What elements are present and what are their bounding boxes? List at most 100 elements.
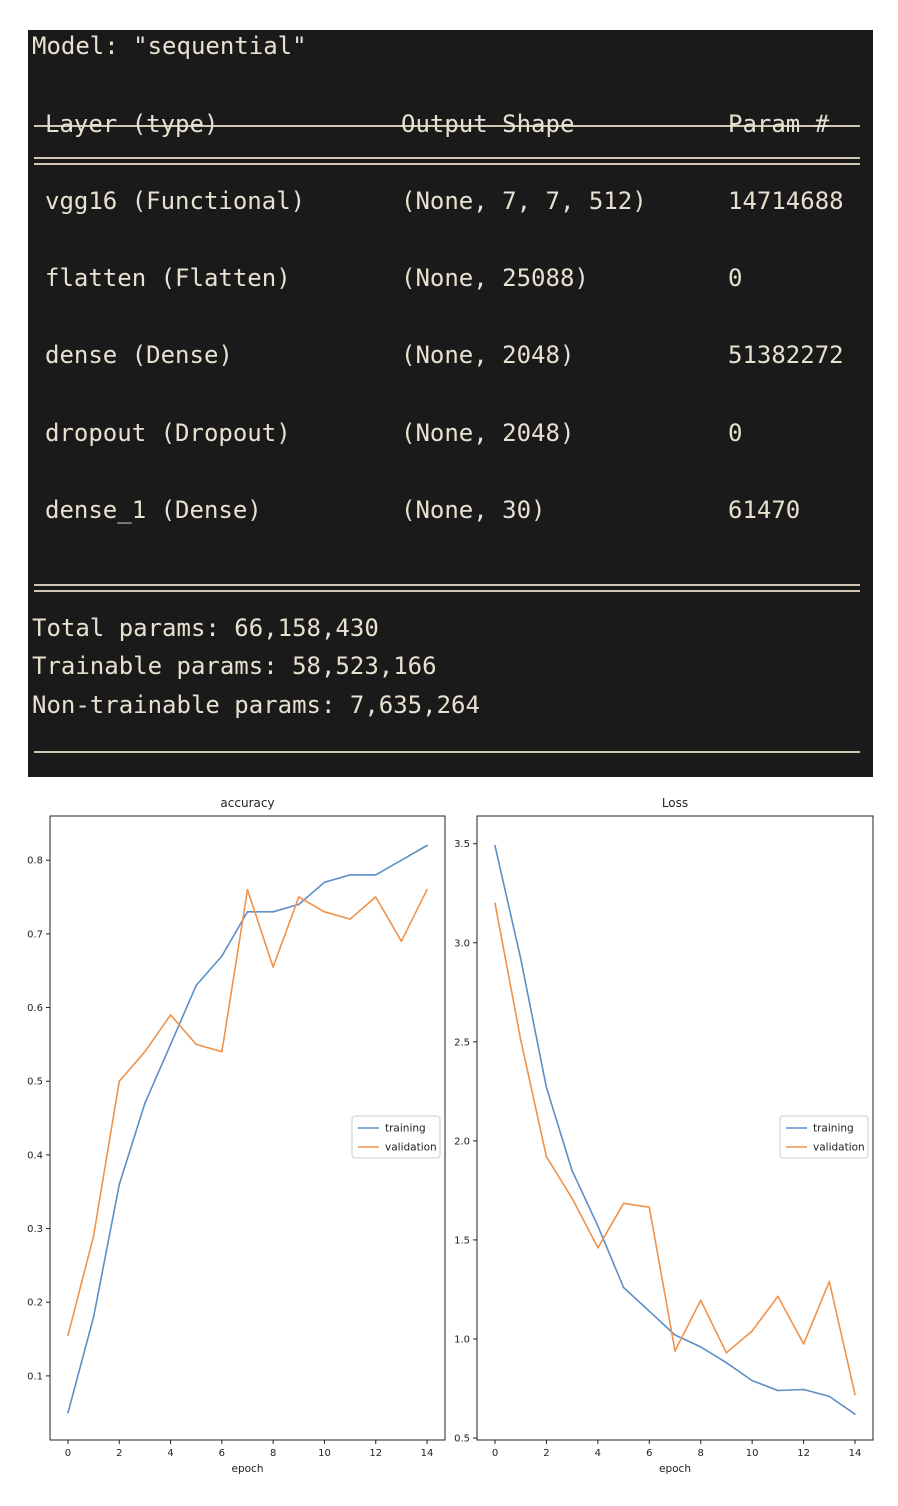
y-tick-label: 2.5 <box>454 1037 470 1048</box>
data-point-validation <box>323 910 326 913</box>
layer-output-shape: (None, 25088) <box>401 264 589 292</box>
x-tick-label: 4 <box>595 1448 601 1459</box>
x-tick-label: 8 <box>270 1448 276 1459</box>
x-tick-label: 6 <box>646 1448 652 1459</box>
x-tick-label: 12 <box>797 1448 810 1459</box>
y-tick-label: 0.3 <box>27 1224 43 1235</box>
y-tick-label: 0.2 <box>27 1298 43 1309</box>
x-tick-label: 0 <box>65 1448 71 1459</box>
x-tick-label: 4 <box>167 1448 173 1459</box>
data-point-training <box>597 1225 599 1227</box>
data-point-validation <box>699 1299 702 1302</box>
legend-label: validation <box>813 1142 865 1154</box>
legend: training validation <box>351 1115 441 1159</box>
data-point-training <box>571 1169 573 1172</box>
data-point-training <box>297 903 300 906</box>
x-tick-label: 14 <box>849 1448 862 1459</box>
layer-param-count: 0 <box>728 419 743 447</box>
data-point-validation <box>674 1350 676 1352</box>
x-tick-label: 8 <box>698 1448 704 1459</box>
footer-double-rule <box>34 584 860 592</box>
model-name-line: Model: "sequential" <box>32 32 307 60</box>
y-tick-label: 3.5 <box>454 839 470 850</box>
x-tick-label: 2 <box>543 1448 549 1459</box>
series-line-validation <box>67 888 428 1336</box>
data-point-training <box>854 1413 856 1416</box>
data-point-training <box>272 910 274 913</box>
data-point-validation <box>195 1043 198 1046</box>
chart-title: accuracy <box>220 796 274 810</box>
data-point-validation <box>426 888 428 891</box>
layer-output-shape: (None, 7, 7, 512) <box>401 187 647 215</box>
data-point-validation <box>118 1080 121 1083</box>
data-point-training <box>519 957 522 960</box>
y-tick-label: 0.4 <box>27 1150 43 1161</box>
data-point-training <box>648 1310 651 1313</box>
data-point-training <box>118 1183 121 1186</box>
data-point-validation <box>67 1334 69 1337</box>
data-point-validation <box>272 966 274 968</box>
layer-name: vgg16 (Functional) <box>45 187 306 215</box>
x-tick-label: 10 <box>318 1448 331 1459</box>
y-tick-label: 0.1 <box>27 1371 43 1382</box>
trainable-params: Trainable params: 58,523,166 <box>32 652 437 680</box>
x-tick-label: 10 <box>746 1448 759 1459</box>
data-point-validation <box>494 902 496 904</box>
header-output-shape: Output Shape <box>401 110 575 138</box>
header-param-count: Param # <box>728 110 830 138</box>
data-point-validation <box>349 918 351 920</box>
data-point-training <box>374 874 377 876</box>
model-summary-terminal: Model: "sequential" Layer (type) Output … <box>28 30 873 777</box>
data-point-validation <box>92 1235 95 1237</box>
data-point-training <box>349 874 351 876</box>
y-tick-label: 0.8 <box>27 856 43 867</box>
chart-title: Loss <box>662 796 688 810</box>
data-point-validation <box>297 896 300 898</box>
data-point-validation <box>777 1295 779 1298</box>
data-point-training <box>67 1411 69 1414</box>
layer-name: dense (Dense) <box>45 341 233 369</box>
data-point-training <box>195 984 198 987</box>
x-tick-label: 12 <box>369 1448 382 1459</box>
data-point-training <box>323 881 326 884</box>
data-point-validation <box>144 1050 146 1053</box>
x-tick-label: 2 <box>116 1448 122 1459</box>
data-point-training <box>169 1043 172 1046</box>
data-point-validation <box>828 1280 831 1283</box>
total-params: Total params: 66,158,430 <box>32 614 379 642</box>
data-point-training <box>802 1388 805 1391</box>
data-point-training <box>92 1316 95 1318</box>
data-point-validation <box>802 1343 805 1345</box>
chart-0: accuracy 0 2 4 6 8 10 12 14 0.1 0.2 0.3 0.4 0.5 0.6 0.7… <box>27 796 446 1475</box>
y-tick-label: 3.0 <box>454 938 470 949</box>
data-point-validation <box>169 1014 172 1016</box>
y-tick-label: 0.5 <box>27 1077 43 1088</box>
data-point-training <box>725 1361 728 1364</box>
data-point-validation <box>519 1039 522 1041</box>
layer-name: dropout (Dropout) <box>45 419 291 447</box>
data-point-validation <box>545 1155 548 1158</box>
data-point-training <box>221 955 223 957</box>
data-point-validation <box>751 1330 753 1332</box>
y-tick-label: 0.5 <box>454 1434 470 1445</box>
data-point-validation <box>725 1352 728 1354</box>
data-point-training <box>622 1286 625 1289</box>
layer-param-count: 61470 <box>728 496 801 524</box>
data-point-training <box>751 1379 753 1382</box>
summary-rule-bottom <box>34 751 860 753</box>
layer-param-count: 0 <box>728 264 743 292</box>
data-point-training <box>777 1389 779 1392</box>
x-axis-label: epoch <box>232 1463 264 1475</box>
data-point-training <box>246 910 249 913</box>
data-point-training <box>545 1086 548 1089</box>
data-point-validation <box>400 940 403 943</box>
data-point-validation <box>571 1197 573 1200</box>
legend-label: training <box>385 1123 426 1135</box>
legend-label: validation <box>385 1142 437 1154</box>
data-point-validation <box>221 1050 223 1053</box>
legend: training validation <box>779 1115 869 1159</box>
layer-param-count: 14714688 <box>728 187 844 215</box>
data-point-validation <box>597 1247 599 1249</box>
x-axis-label: epoch <box>659 1463 691 1475</box>
data-point-training <box>144 1102 146 1105</box>
